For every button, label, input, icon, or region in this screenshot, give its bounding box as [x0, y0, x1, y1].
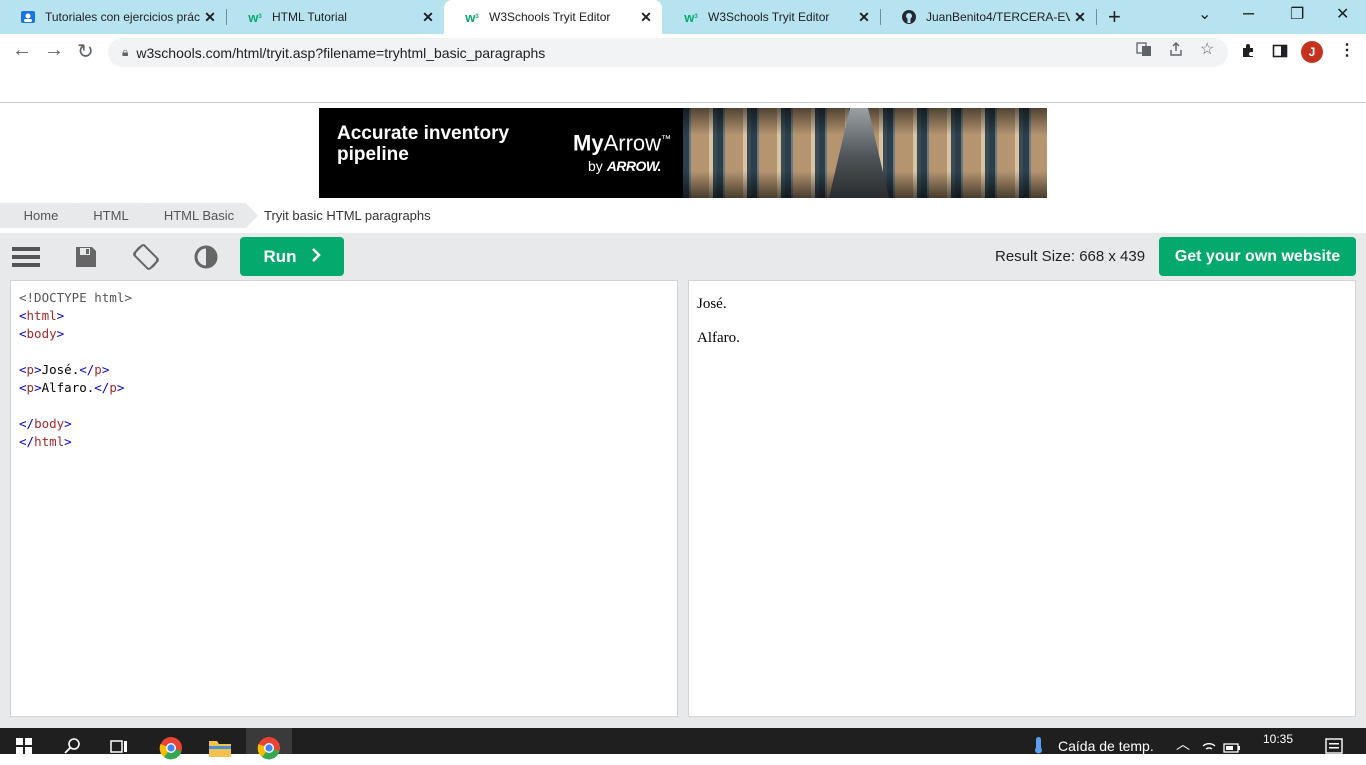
search-icon[interactable] — [64, 737, 82, 760]
save-icon[interactable] — [70, 241, 102, 273]
reload-icon[interactable]: ↻ — [77, 39, 94, 64]
menu-kebab-icon[interactable]: ⋮ — [1339, 40, 1355, 60]
file-explorer-icon[interactable] — [208, 738, 232, 763]
ad-maker: ARROW. — [606, 158, 662, 174]
bookmark-star-icon[interactable]: ☆ — [1200, 39, 1214, 59]
tab-separator — [1096, 9, 1097, 25]
breadcrumb-html-basic[interactable]: HTML Basic — [140, 203, 258, 228]
back-icon[interactable]: ← — [12, 39, 32, 62]
tab-title: W3Schools Tryit Editor — [489, 10, 611, 24]
menu-hamburger-icon[interactable] — [10, 241, 42, 273]
w3schools-icon: w3 — [465, 9, 479, 25]
tab-title: JuanBenito4/TERCERA-EVALU — [926, 10, 1070, 24]
battery-icon[interactable] — [1223, 740, 1241, 758]
tab-title: W3Schools Tryit Editor — [708, 10, 830, 24]
tab-title: Tutoriales con ejercicios prác — [45, 10, 200, 24]
lock-icon: 🔒︎ — [122, 45, 129, 59]
restore-icon[interactable]: ❐ — [1290, 4, 1304, 24]
close-tab-icon[interactable]: ✕ — [200, 9, 220, 26]
tab-tryit-editor-active[interactable]: w3 W3Schools Tryit Editor ✕ — [444, 0, 662, 34]
new-tab-button[interactable]: + — [1108, 4, 1121, 30]
close-tab-icon[interactable]: ✕ — [418, 9, 438, 26]
run-label: Run — [263, 246, 297, 266]
result-paragraph: Alfaro. — [697, 330, 740, 346]
chevron-right-icon — [311, 247, 321, 267]
side-panel-icon[interactable] — [1272, 43, 1288, 63]
ad-brand-bold: My — [573, 130, 604, 156]
breadcrumb-label: HTML — [93, 208, 129, 223]
taskbar: Caída de temp. ︿ 10:35 — [0, 728, 1366, 760]
browser-toolbar: ← → ↻ 🔒︎ w3schools.com/html/tryit.asp?fi… — [0, 34, 1366, 70]
clock-time[interactable]: 10:35 — [1263, 732, 1293, 746]
close-tab-icon[interactable]: ✕ — [636, 9, 656, 26]
tab-strip: Tutoriales con ejercicios prác ✕ w3 HTML… — [0, 0, 1366, 34]
notifications-icon[interactable] — [1325, 738, 1343, 759]
code-doctype: <!DOCTYPE html> — [19, 290, 132, 305]
tab-github[interactable]: JuanBenito4/TERCERA-EVALU ✕ — [881, 0, 1096, 34]
address-bar[interactable]: 🔒︎ w3schools.com/html/tryit.asp?filename… — [108, 38, 1228, 67]
github-icon — [901, 9, 917, 25]
breadcrumb-current: Tryit basic HTML paragraphs — [264, 203, 484, 228]
address-url: w3schools.com/html/tryit.asp?filename=tr… — [136, 44, 546, 61]
tab-tryit-editor[interactable]: w3 W3Schools Tryit Editor ✕ — [663, 0, 880, 34]
divider — [0, 102, 1366, 103]
tab-title: HTML Tutorial — [272, 10, 347, 24]
task-view-icon[interactable] — [110, 738, 128, 759]
wifi-icon[interactable] — [1201, 738, 1217, 757]
code-editor[interactable]: <!DOCTYPE html> <html> <body> <p>José.</… — [10, 280, 678, 717]
ad-brand: MyArrow™ — [573, 128, 671, 155]
result-frame[interactable]: José. Alfaro. — [688, 280, 1356, 717]
weather-icon[interactable] — [1031, 736, 1047, 759]
run-button[interactable]: Run — [240, 237, 344, 276]
ad-by: by — [588, 158, 603, 174]
site-icon — [20, 9, 36, 25]
code-text[interactable]: <!DOCTYPE html> <html> <body> <p>José.</… — [19, 289, 132, 451]
translate-icon[interactable] — [1136, 41, 1152, 60]
tab-html-tutorial[interactable]: w3 HTML Tutorial ✕ — [227, 0, 444, 34]
code-p2-text: Alfaro. — [41, 380, 95, 395]
rotate-orientation-icon[interactable] — [130, 241, 162, 273]
code-p1-text: José. — [41, 362, 80, 377]
share-icon[interactable] — [1168, 41, 1184, 60]
breadcrumb-label: Tryit basic HTML paragraphs — [264, 208, 431, 223]
breadcrumb-html[interactable]: HTML — [70, 203, 152, 228]
window-close-icon[interactable]: ✕ — [1336, 4, 1349, 24]
close-tab-icon[interactable]: ✕ — [854, 9, 874, 26]
breadcrumb-label: HTML Basic — [163, 208, 235, 223]
w3schools-icon: w3 — [684, 9, 698, 25]
chrome-active-task[interactable] — [246, 728, 292, 760]
tryit-toolbar: Run Result Size: 668 x 439 Get your own … — [0, 233, 1366, 280]
extensions-icon[interactable] — [1240, 43, 1256, 63]
ad-brand-rest: Arrow — [603, 130, 662, 156]
minimize-icon[interactable]: – — [1243, 2, 1254, 25]
chevron-up-icon[interactable]: ︿ — [1176, 734, 1190, 754]
close-tab-icon[interactable]: ✕ — [1070, 9, 1090, 26]
w3schools-icon: w3 — [248, 9, 262, 25]
ad-byline: by ARROW. — [588, 158, 661, 174]
get-your-own-website-button[interactable]: Get your own website — [1159, 237, 1356, 276]
tab-search-icon[interactable]: ⌄ — [1198, 4, 1211, 24]
ad-headline: Accurate inventory pipeline — [337, 123, 510, 165]
breadcrumb-home[interactable]: Home — [0, 203, 82, 228]
breadcrumb-label: Home — [23, 208, 59, 223]
result-paragraph: José. — [697, 296, 727, 312]
tab-tutoriales[interactable]: Tutoriales con ejercicios prác ✕ — [0, 0, 226, 34]
theme-toggle-icon[interactable] — [190, 241, 222, 273]
ad-trademark: ™ — [661, 134, 672, 145]
weather-text[interactable]: Caída de temp. — [1058, 738, 1154, 754]
result-size: Result Size: 668 x 439 — [995, 248, 1146, 265]
chrome-icon[interactable] — [159, 736, 183, 765]
forward-icon[interactable]: → — [44, 39, 64, 62]
windows-start-icon[interactable] — [16, 738, 32, 759]
ad-banner[interactable]: Accurate inventory pipeline MyArrow™ by … — [319, 108, 1047, 198]
profile-avatar[interactable]: J — [1301, 41, 1323, 63]
